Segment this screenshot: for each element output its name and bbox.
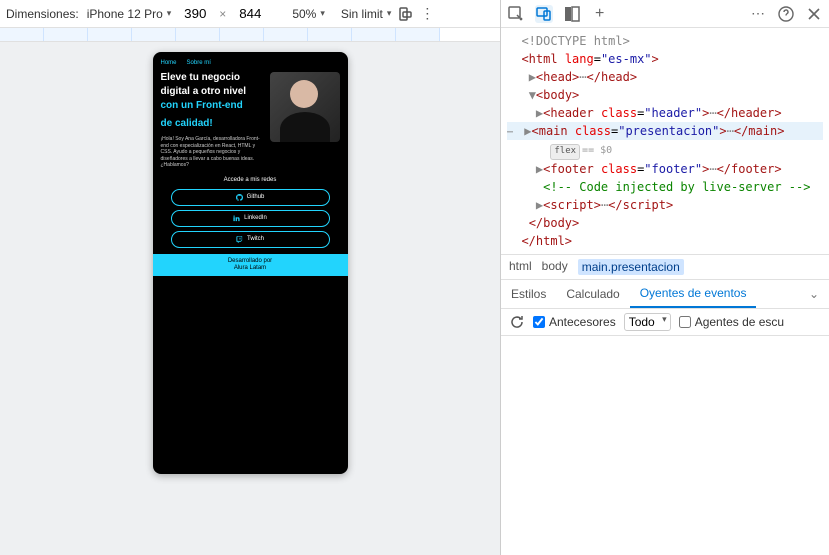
hero-title-2: digital a otro nivel xyxy=(161,86,266,98)
breadcrumb: html body main.presentacion xyxy=(501,254,829,280)
viewport: Home Sobre mí Eleve tu negocio digital a… xyxy=(0,42,500,555)
dom-tree[interactable]: <!DOCTYPE html> <html lang="es-mx"> ▶<he… xyxy=(501,28,829,254)
agentes-checkbox[interactable]: Agentes de escu xyxy=(679,315,784,329)
close-icon[interactable] xyxy=(805,5,823,23)
filter-select[interactable]: Todo xyxy=(624,313,671,331)
rotate-icon[interactable] xyxy=(397,6,413,22)
tab-oyentes[interactable]: Oyentes de eventos xyxy=(630,280,757,308)
new-tab-button[interactable]: + xyxy=(595,5,604,23)
inspect-icon[interactable] xyxy=(507,5,525,23)
dimensions-label: Dimensiones: xyxy=(6,7,79,21)
styles-tabs: Estilos Calculado Oyentes de eventos ⌄ xyxy=(501,280,829,309)
twitch-button[interactable]: Twitch xyxy=(171,231,330,248)
linkedin-button[interactable]: LinkedIn xyxy=(171,210,330,227)
kebab-icon[interactable]: ⋮ xyxy=(419,6,435,22)
events-panel-empty xyxy=(501,336,829,555)
device-toggle-icon[interactable] xyxy=(535,5,553,23)
tab-estilos[interactable]: Estilos xyxy=(501,281,556,307)
hero-sub-1: con un Front-end xyxy=(161,100,266,112)
crumb-main[interactable]: main.presentacion xyxy=(578,259,684,275)
site-footer: Desarrollado por Alura Latam xyxy=(153,254,348,276)
intro-text: ¡Hola! Soy Ana García, desarrolladora Fr… xyxy=(161,136,266,169)
nav-about[interactable]: Sobre mí xyxy=(187,60,211,66)
tab-calculado[interactable]: Calculado xyxy=(556,281,629,307)
events-filter-row: Antecesores Todo Agentes de escu xyxy=(501,309,829,336)
selected-node[interactable]: ⋯ ▶<main class="presentacion">⋯</main> xyxy=(507,122,823,140)
height-input[interactable] xyxy=(232,6,268,21)
hero-title-1: Eleve tu negocio xyxy=(161,72,266,84)
device-dropdown[interactable]: iPhone 12 Pro xyxy=(87,7,172,21)
github-button[interactable]: Github xyxy=(171,189,330,206)
antecesores-checkbox[interactable]: Antecesores xyxy=(533,315,616,329)
access-label: Accede a mis redes xyxy=(161,177,340,183)
devtools-tabbar: + ⋯ xyxy=(501,0,829,28)
zoom-dropdown[interactable]: 50% xyxy=(292,7,325,21)
crumb-body[interactable]: body xyxy=(542,259,568,275)
dim-separator: × xyxy=(219,7,226,21)
ruler xyxy=(0,28,500,42)
site-nav: Home Sobre mí xyxy=(161,60,340,66)
elements-icon[interactable] xyxy=(563,5,581,23)
device-frame: Home Sobre mí Eleve tu negocio digital a… xyxy=(153,52,348,474)
width-input[interactable] xyxy=(177,6,213,21)
profile-photo xyxy=(270,72,340,142)
hero-sub-2: de calidad! xyxy=(161,118,266,130)
device-toolbar: Dimensiones: iPhone 12 Pro × 50% Sin lim… xyxy=(0,0,500,28)
help-icon[interactable] xyxy=(777,5,795,23)
throttle-dropdown[interactable]: Sin limit xyxy=(341,7,392,21)
nav-home[interactable]: Home xyxy=(161,60,177,66)
crumb-html[interactable]: html xyxy=(509,259,532,275)
reload-icon[interactable] xyxy=(509,314,525,330)
more-icon[interactable]: ⋯ xyxy=(749,5,767,23)
more-tabs-icon[interactable]: ⌄ xyxy=(799,287,829,301)
